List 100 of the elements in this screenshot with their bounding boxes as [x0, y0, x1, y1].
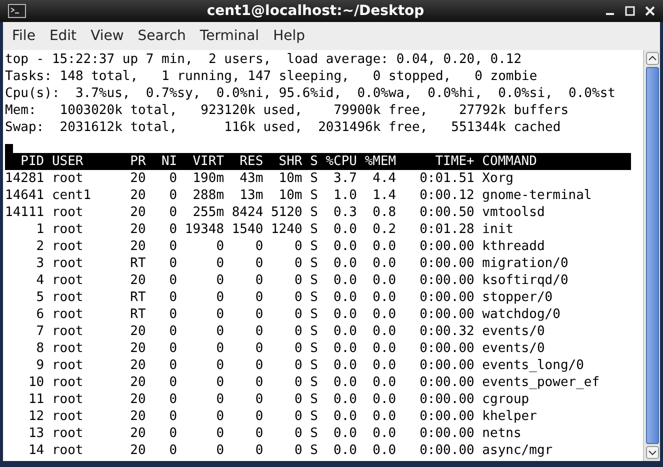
table-cell-text: 0 [168, 204, 178, 221]
table-cell-text: 0 [254, 272, 264, 289]
menu-item[interactable]: File [5, 26, 42, 46]
table-cell-text: 0 [215, 357, 224, 374]
table-cell-text: RT [129, 289, 146, 306]
menu-item[interactable]: Help [266, 26, 312, 46]
table-cell-text: 20 [129, 408, 146, 425]
table-cell-text: 0 [168, 306, 178, 323]
table-cell-text: 0 [215, 306, 224, 323]
table-cell-text: 0.0 [332, 255, 357, 272]
table-cell-text: netns [482, 425, 522, 442]
table-cell-text: 0:00.00 [418, 306, 474, 323]
table-cell-text: 20 [129, 425, 146, 442]
column-header: VIRT [192, 153, 224, 170]
table-cell: 14281 [5, 170, 44, 187]
table-cell-text: 1.0 [332, 187, 357, 204]
table-cell-text: 0.0 [372, 306, 396, 323]
table-cell-text: 0 [293, 425, 302, 442]
table-cell-text: root [52, 221, 84, 238]
table-cell-text: 0.0 [372, 255, 396, 272]
table-cell-text: 0.0 [332, 357, 357, 374]
table-cell-text: 0 [254, 391, 264, 408]
table-cell-text: 20 [129, 442, 146, 459]
table-cell-text: root [52, 323, 84, 340]
table-cell-text: 0 [254, 357, 264, 374]
table-cell-text: 0.0 [372, 442, 396, 459]
scrollbar[interactable] [643, 50, 660, 461]
table-cell-text: RT [129, 306, 146, 323]
table-cell-text: 0 [254, 255, 264, 272]
table-cell-text: 0:00.00 [418, 425, 474, 442]
menu-item[interactable]: Terminal [192, 26, 266, 46]
column-header: %MEM [364, 153, 396, 170]
table-cell-text: 0.0 [372, 238, 396, 255]
table-cell-text: 0.0 [332, 408, 357, 425]
table-cell-text: 0:00.32 [418, 323, 474, 340]
table-cell-text: events/0 [482, 340, 546, 357]
table-cell-text: 0:01.51 [418, 170, 474, 187]
table-cell-text: 0 [293, 323, 302, 340]
table-cell-text: 255m [192, 204, 224, 221]
summary-line: Swap: 2031612k total, 116k used, 2031496k free, 551344k cached [5, 119, 561, 136]
table-cell-text: 0 [215, 408, 224, 425]
table-cell-text: 0.0 [332, 425, 357, 442]
table-cell-text: 0 [215, 289, 224, 306]
table-cell-text: 190m [192, 170, 224, 187]
table-cell-text: 0.0 [332, 374, 357, 391]
table-cell-text: 0 [168, 408, 178, 425]
table-cell-text: 0:00.00 [418, 289, 474, 306]
table-cell-text: 0 [215, 340, 224, 357]
table-cell-text: root [52, 306, 84, 323]
table-cell-text: vmtoolsd [482, 204, 546, 221]
table-cell-text: 0 [168, 272, 178, 289]
table-cell-text: 1 [35, 221, 44, 238]
close-icon[interactable] [645, 6, 655, 16]
table-cell-text: 0 [254, 425, 264, 442]
table-cell-text: 12 [27, 408, 44, 425]
table-cell-text: 20 [129, 238, 146, 255]
table-cell-text: 1.4 [372, 187, 396, 204]
table-cell-text: watchdog/0 [482, 306, 562, 323]
menu-item[interactable]: View [84, 26, 131, 46]
table-cell-text: 0 [293, 340, 302, 357]
table-cell-text: 0:00.00 [418, 340, 474, 357]
table-cell-text: 0 [215, 391, 224, 408]
table-cell-text: 20 [129, 357, 146, 374]
scrollbar-thumb[interactable] [646, 67, 658, 444]
table-cell-text: 0.0 [372, 425, 396, 442]
summary-line: top - 15:22:37 up 7 min, 2 users, load average: 0.04, 0.20, 0.12 [5, 51, 522, 68]
table-cell-text: 0 [215, 272, 224, 289]
table-cell-text: 0:00.50 [418, 204, 474, 221]
table-cell-text: 20 [129, 187, 146, 204]
table-cell: S [310, 374, 318, 391]
menu-item[interactable]: Edit [42, 26, 84, 46]
table-cell-text: 20 [129, 272, 146, 289]
maximize-icon[interactable] [625, 6, 635, 16]
column-header: TIME+ [434, 153, 474, 170]
table-cell-text: 0 [254, 289, 264, 306]
table-cell-text: 0 [254, 306, 264, 323]
table-cell-text: 0 [168, 221, 178, 238]
table-cell-text: root [52, 170, 84, 187]
column-header: NI [160, 153, 178, 170]
table-cell-text: 0.0 [332, 442, 357, 459]
table-cell-text: migration/0 [482, 255, 570, 272]
table-cell-text: 0:00.00 [418, 238, 474, 255]
table-cell-text: 0 [293, 442, 302, 459]
table-cell-text: 0.3 [332, 204, 357, 221]
table-cell-text: 0 [168, 289, 178, 306]
table-cell-text: 0:00.00 [418, 255, 474, 272]
table-cell-text: kthreadd [482, 238, 546, 255]
table-cell-text: root [52, 442, 84, 459]
table-cell-text: 0 [254, 340, 264, 357]
table-cell-text: root [52, 340, 84, 357]
table-cell-text: 0:00.00 [418, 391, 474, 408]
table-cell-text: cent1 [52, 187, 92, 204]
menu-item[interactable]: Search [130, 26, 193, 46]
table-cell: S [310, 238, 318, 255]
table-cell-text: 3.7 [332, 170, 357, 187]
table-cell-text: 0 [293, 391, 302, 408]
table-cell-text: 0.0 [332, 323, 357, 340]
table-cell: S [310, 391, 318, 408]
table-cell: S [310, 408, 318, 425]
table-cell-text: 0:01.28 [418, 221, 474, 238]
